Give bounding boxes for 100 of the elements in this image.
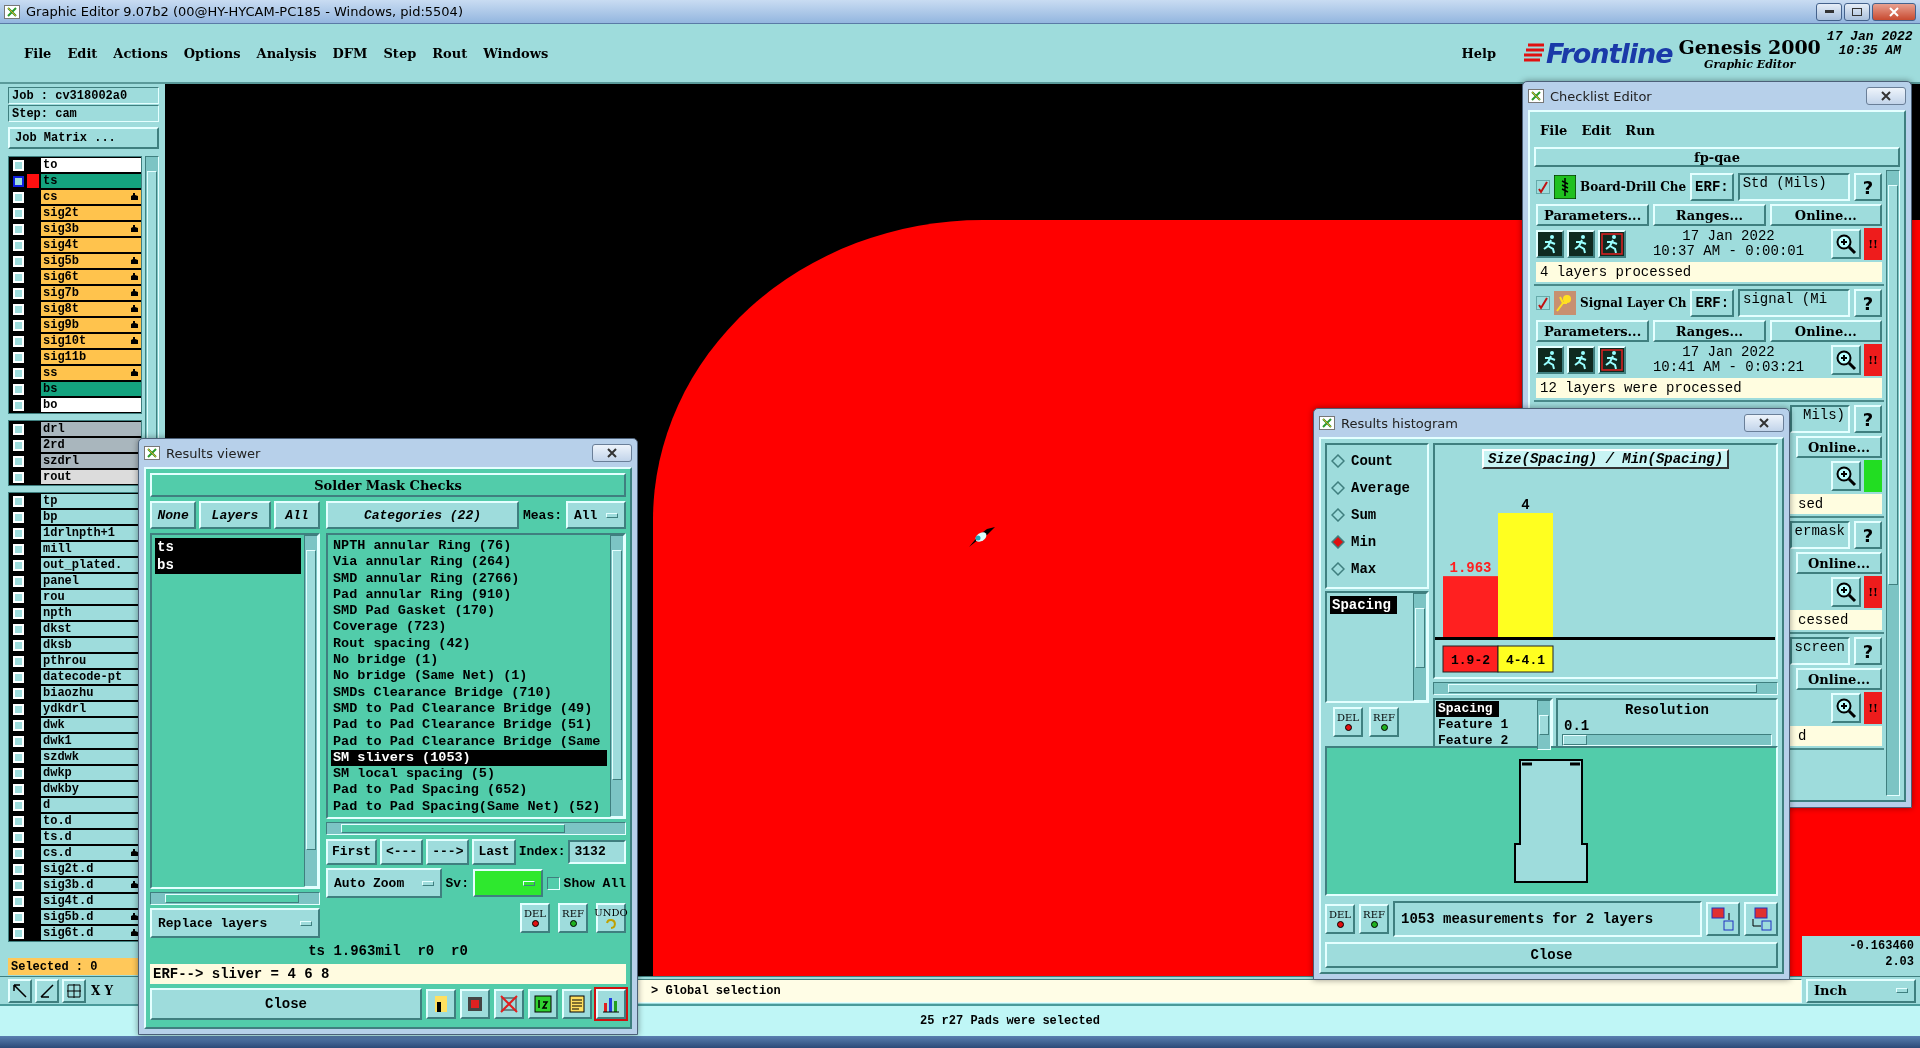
category-item[interactable]: SMD Pad Gasket (170) (331, 603, 607, 620)
layer-item[interactable]: sig11b (41, 349, 141, 365)
menu-item[interactable]: DFM (326, 43, 374, 63)
radio-option[interactable]: Average (1327, 474, 1427, 501)
close-button[interactable] (1744, 414, 1784, 432)
layer-item[interactable]: npth (41, 605, 141, 621)
layer-item[interactable]: sig7b (41, 285, 141, 301)
maximize-button[interactable] (1844, 2, 1870, 21)
help-button[interactable]: ? (1854, 173, 1882, 201)
list-item[interactable]: Feature 1 (1436, 717, 1515, 733)
erf-field[interactable]: screen (1790, 637, 1850, 665)
menu-item[interactable]: File (18, 43, 58, 63)
slider-thumb[interactable] (1563, 735, 1587, 745)
menu-item[interactable]: Rout (426, 43, 474, 63)
zoom-button[interactable] (1831, 345, 1861, 375)
category-item[interactable]: No bridge (Same Net) (1) (331, 668, 607, 685)
units-dropdown[interactable]: Inch (1806, 978, 1916, 1003)
checkbox[interactable] (1536, 180, 1550, 194)
layer-filter-button[interactable]: All (273, 501, 320, 529)
radio-option[interactable]: Count (1327, 447, 1427, 474)
nav-button[interactable]: ---> (426, 838, 470, 865)
layer-item[interactable]: sig2t (41, 205, 141, 221)
scrollbar[interactable] (1413, 593, 1427, 701)
category-item[interactable]: SMD to Pad Clearance Bridge (49) (331, 700, 607, 718)
layer-item[interactable]: dwkby (41, 781, 141, 797)
layer-item[interactable]: 2rd (41, 437, 141, 453)
help-button[interactable]: ? (1854, 405, 1882, 433)
layer-item[interactable]: out_plated. (41, 557, 141, 573)
category-item[interactable]: Coverage (723) (331, 619, 607, 636)
category-item[interactable]: NPTH annular Ring (76) (331, 538, 607, 555)
close-button[interactable] (1866, 87, 1906, 105)
checkbox[interactable] (1536, 296, 1550, 310)
layer-item[interactable]: cs (41, 189, 141, 205)
tool-button[interactable] (596, 989, 626, 1019)
layer-item[interactable]: sig8t (41, 301, 141, 317)
erf-field[interactable]: signal (Mi (1738, 289, 1850, 317)
check-action-button[interactable]: Online... (1796, 552, 1882, 574)
layer-item[interactable]: rou (41, 589, 141, 605)
layer-item[interactable]: szdwk (41, 749, 141, 765)
layer-item[interactable]: cs.d (41, 845, 141, 861)
layer-item[interactable]: d (41, 797, 141, 813)
list-item[interactable]: Spacing (1330, 596, 1397, 614)
help-button[interactable]: ? (1854, 637, 1882, 665)
menu-item[interactable]: Analysis (250, 43, 323, 63)
list-item[interactable]: bs (155, 556, 301, 574)
layer-item[interactable]: bs (41, 381, 141, 397)
layer-item[interactable]: sig3b.d (41, 877, 141, 893)
layer-item[interactable]: panel (41, 573, 141, 589)
list-item[interactable]: Feature 2 (1436, 733, 1515, 749)
menu-item[interactable]: Options (177, 43, 247, 63)
menu-item[interactable]: File (1534, 120, 1574, 140)
category-item[interactable]: SMD annular Ring (2766) (331, 570, 607, 587)
category-item[interactable]: SM local spacing (5) (331, 766, 607, 783)
menu-item[interactable]: Edit (1575, 120, 1618, 140)
undo-button[interactable]: UNDO (596, 903, 626, 933)
erf-button[interactable]: ERF: (1690, 289, 1735, 317)
index-field[interactable]: 3132 (568, 839, 626, 864)
erf-field[interactable]: Mils) (1790, 405, 1850, 433)
check-action-button[interactable]: Ranges... (1653, 320, 1766, 342)
tool-button[interactable] (1706, 902, 1740, 936)
layer-item[interactable]: dksb (41, 637, 141, 653)
erf-field[interactable]: ermask (1790, 521, 1850, 549)
category-item[interactable]: Pad to Pad Spacing (652) (331, 782, 607, 799)
layer-item[interactable]: sig4t.d (41, 893, 141, 909)
layer-item[interactable]: bp (41, 509, 141, 525)
layer-item[interactable]: sig5b (41, 253, 141, 269)
delete-button[interactable]: DEL (520, 903, 550, 933)
layer-item[interactable]: sig5b.d (41, 909, 141, 925)
layer-item[interactable]: ss (41, 365, 141, 381)
category-item[interactable]: Pad to Pad Clearance Bridge (Same (331, 733, 607, 750)
zoom-button[interactable] (1831, 461, 1861, 491)
run-button[interactable] (1567, 346, 1595, 374)
category-item[interactable]: Rout spacing (42) (331, 635, 607, 653)
scrollbar[interactable] (1537, 700, 1551, 750)
layer-item[interactable]: sig4t (41, 237, 141, 253)
scrollbar[interactable] (1886, 170, 1900, 796)
check-action-button[interactable]: Parameters... (1536, 320, 1650, 342)
close-button[interactable]: Close (1325, 942, 1778, 968)
radio-option[interactable]: Min (1327, 528, 1427, 555)
refresh-button[interactable]: REF (1359, 904, 1389, 934)
check-action-button[interactable]: Parameters... (1536, 204, 1650, 226)
scrollbar[interactable] (610, 535, 624, 817)
layer-item[interactable]: tp (41, 493, 141, 509)
layer-item[interactable]: drl (41, 421, 141, 437)
layer-filter-button[interactable]: Layers (199, 501, 271, 529)
scrollbar[interactable] (304, 535, 318, 887)
category-item[interactable]: No bridge (1) (331, 652, 607, 669)
menu-item[interactable]: Edit (61, 43, 104, 63)
menu-item[interactable]: Windows (477, 43, 555, 63)
tool-button[interactable] (460, 989, 490, 1019)
check-action-button[interactable]: Online... (1796, 668, 1882, 690)
layer-item[interactable]: to.d (41, 813, 141, 829)
menu-item[interactable]: Run (1619, 120, 1662, 140)
layer-filter-button[interactable]: None (150, 501, 197, 529)
erf-field[interactable]: Std (Mils) (1737, 173, 1850, 201)
category-item[interactable]: SM slivers (1053) (331, 749, 607, 767)
radio-option[interactable]: Sum (1327, 501, 1427, 528)
layer-item[interactable]: ts.d (41, 829, 141, 845)
check-action-button[interactable]: Ranges... (1653, 204, 1766, 226)
tool-button[interactable] (1744, 902, 1778, 936)
